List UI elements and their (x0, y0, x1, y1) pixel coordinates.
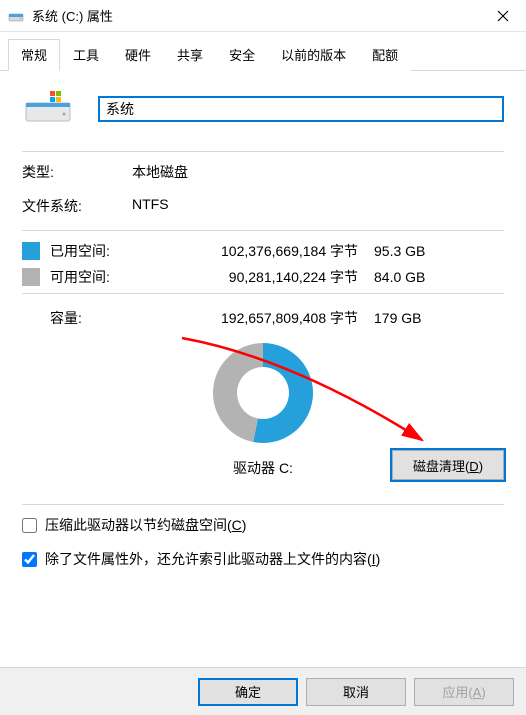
tab-sharing[interactable]: 共享 (164, 39, 216, 71)
tab-general[interactable]: 常规 (8, 39, 60, 71)
free-label: 可用空间: (50, 267, 150, 287)
free-gb: 84.0 GB (366, 269, 446, 285)
separator (22, 151, 504, 152)
used-gb: 95.3 GB (366, 243, 446, 259)
index-checkbox[interactable] (22, 552, 37, 567)
index-checkbox-row[interactable]: 除了文件属性外，还允许索引此驱动器上文件的内容(I) (22, 549, 504, 569)
drive-name-input[interactable] (98, 96, 504, 122)
type-label: 类型: (22, 162, 132, 182)
type-value: 本地磁盘 (132, 162, 504, 182)
tab-security[interactable]: 安全 (216, 39, 268, 71)
used-bytes: 102,376,669,184 字节 (158, 241, 358, 261)
free-bytes: 90,281,140,224 字节 (158, 267, 358, 287)
capacity-label: 容量: (22, 308, 150, 328)
separator (22, 504, 504, 505)
cancel-button[interactable]: 取消 (306, 678, 406, 706)
free-swatch (22, 268, 40, 286)
fs-label: 文件系统: (22, 196, 132, 216)
used-label: 已用空间: (50, 241, 150, 261)
apply-button[interactable]: 应用(A) (414, 678, 514, 706)
tab-tools[interactable]: 工具 (60, 39, 112, 71)
disk-cleanup-button[interactable]: 磁盘清理(D) (392, 450, 504, 480)
close-button[interactable] (480, 0, 526, 32)
drive-large-icon (24, 89, 72, 129)
compress-label: 压缩此驱动器以节约磁盘空间(C) (45, 515, 246, 535)
separator (22, 230, 504, 231)
compress-checkbox-row[interactable]: 压缩此驱动器以节约磁盘空间(C) (22, 515, 504, 535)
tab-hardware[interactable]: 硬件 (112, 39, 164, 71)
capacity-bytes: 192,657,809,408 字节 (158, 308, 358, 328)
ok-button[interactable]: 确定 (198, 678, 298, 706)
dialog-footer: 确定 取消 应用(A) (0, 667, 526, 715)
compress-checkbox[interactable] (22, 518, 37, 533)
drive-icon (8, 8, 24, 24)
capacity-gb: 179 GB (366, 310, 446, 326)
used-swatch (22, 242, 40, 260)
separator (22, 293, 504, 294)
index-label: 除了文件属性外，还允许索引此驱动器上文件的内容(I) (45, 549, 380, 569)
tab-quota[interactable]: 配额 (359, 39, 411, 71)
tab-strip: 常规 工具 硬件 共享 安全 以前的版本 配额 (0, 32, 526, 71)
tab-previous[interactable]: 以前的版本 (268, 39, 359, 71)
window-title: 系统 (C:) 属性 (32, 6, 480, 25)
fs-value: NTFS (132, 196, 504, 216)
title-bar: 系统 (C:) 属性 (0, 0, 526, 32)
